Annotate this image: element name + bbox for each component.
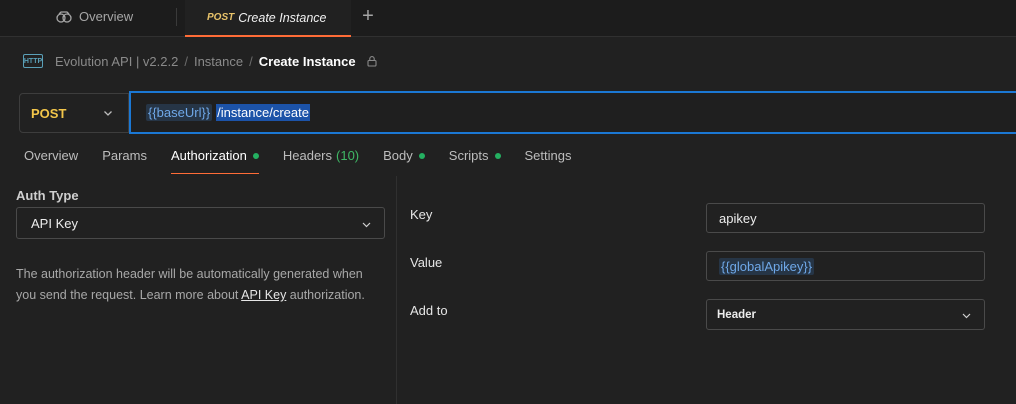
status-dot — [252, 153, 259, 159]
method-value: POST — [31, 105, 67, 121]
breadcrumb-collection[interactable]: Evolution API | v2.2.2 — [55, 54, 178, 69]
add-to-value: Header — [717, 308, 756, 321]
chevron-down-icon — [361, 218, 372, 229]
tab-label: Body — [383, 148, 413, 163]
status-dot — [418, 153, 425, 159]
request-tabs: Overview Params Authorization Headers (10… — [24, 148, 596, 174]
tab-authorization[interactable]: Authorization — [170, 148, 259, 174]
auth-type-value: API Key — [31, 215, 78, 231]
tab-strip: Overview POST Create Instance + — [0, 0, 1016, 37]
url-path-selected: /instance/create — [216, 104, 310, 121]
lock-icon[interactable] — [366, 55, 378, 67]
tab-headers[interactable]: Headers (10) — [283, 148, 359, 174]
url-input[interactable]: {{baseUrl}} /instance/create — [129, 91, 1016, 134]
chevron-down-icon — [961, 310, 972, 321]
key-label: Key — [410, 207, 433, 222]
key-field-value: apikey — [719, 210, 757, 226]
api-key-docs-link[interactable]: API Key — [241, 288, 286, 302]
value-label: Value — [410, 255, 443, 270]
tab-params[interactable]: Params — [102, 148, 147, 174]
tab-label: Headers — [282, 148, 333, 163]
tab-title: Create Instance — [238, 10, 327, 25]
tab-overview[interactable]: Overview — [34, 0, 176, 33]
breadcrumb-current[interactable]: Create Instance — [259, 54, 356, 69]
value-field-variable[interactable]: {{globalApikey}} — [719, 257, 815, 275]
url-variable[interactable]: {{baseUrl}} — [146, 104, 213, 121]
tab-settings[interactable]: Settings — [525, 148, 572, 174]
breadcrumb-folder[interactable]: Instance — [194, 54, 243, 69]
tab-label: Overview — [24, 148, 79, 163]
auth-type-label: Auth Type — [16, 188, 79, 203]
chevron-down-icon — [102, 107, 114, 119]
new-tab-button[interactable]: + — [358, 6, 378, 26]
breadcrumb-separator: / — [184, 53, 188, 69]
tab-method-badge: POST — [207, 12, 235, 23]
auth-type-select[interactable]: API Key — [16, 207, 385, 239]
tab-scripts[interactable]: Scripts — [449, 148, 501, 174]
auth-type-pane: Auth Type API Key The authorization head… — [0, 176, 397, 404]
key-field[interactable]: apikey — [706, 203, 985, 233]
add-to-select[interactable]: Header — [706, 299, 985, 330]
tab-label: Authorization — [170, 148, 247, 163]
method-select[interactable]: POST — [19, 93, 129, 133]
value-field[interactable]: {{globalApikey}} — [706, 251, 985, 281]
tab-label: Scripts — [448, 148, 489, 163]
status-dot — [494, 153, 501, 159]
tab-overview-request[interactable]: Overview — [24, 148, 78, 174]
tab-label: Params — [102, 148, 147, 163]
breadcrumb-separator: / — [249, 53, 253, 69]
tab-overview-label: Overview — [79, 9, 134, 24]
tab-divider — [176, 8, 177, 26]
overview-icon — [56, 10, 72, 23]
add-to-label: Add to — [410, 303, 448, 318]
tab-create-instance[interactable]: POST Create Instance — [185, 0, 351, 37]
auth-description-suffix: authorization. — [286, 288, 365, 302]
http-request-icon: HTTP — [23, 54, 43, 68]
tab-body[interactable]: Body — [383, 148, 425, 174]
breadcrumb: HTTP Evolution API | v2.2.2 / Instance /… — [23, 52, 378, 70]
headers-count: (10) — [336, 148, 360, 163]
tab-label: Settings — [524, 148, 572, 163]
auth-description: The authorization header will be automat… — [16, 264, 386, 306]
